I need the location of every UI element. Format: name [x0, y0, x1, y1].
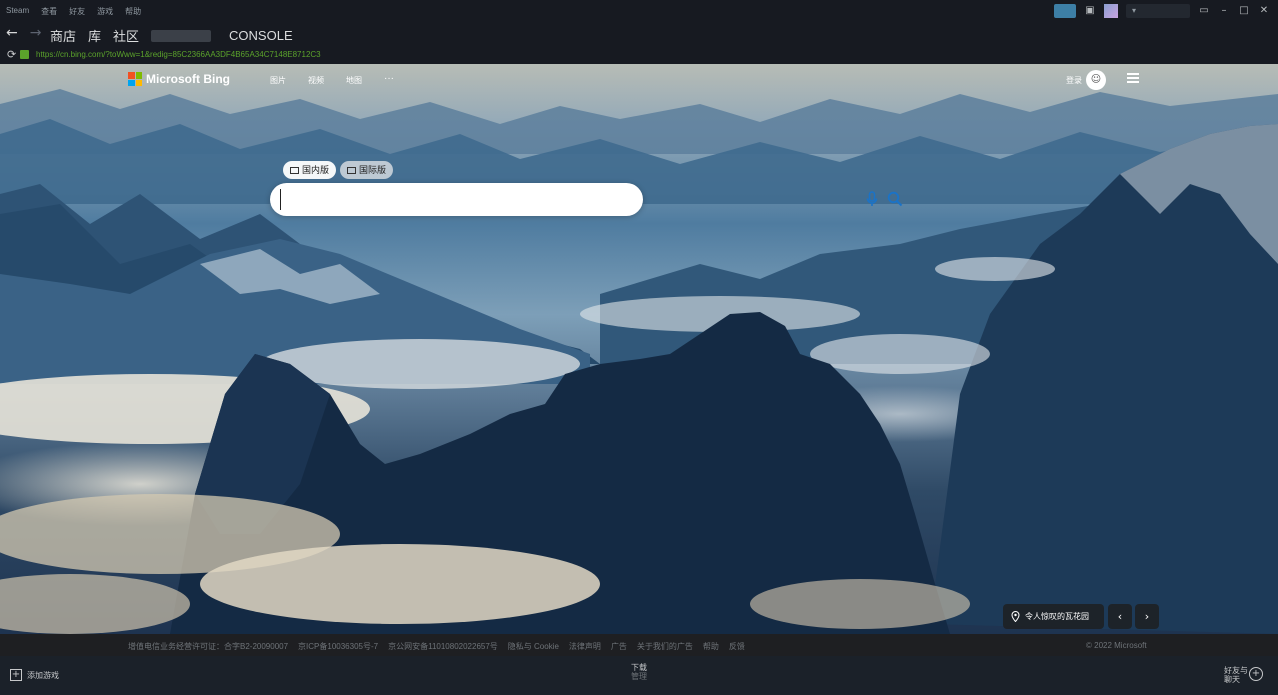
- friends-label-1: 好友与: [1224, 666, 1248, 675]
- region-tabs: 国内版 国际版: [283, 161, 394, 179]
- nav-arrows: ← →: [6, 25, 41, 41]
- add-game-button[interactable]: + 添加游戏: [10, 669, 59, 681]
- microphone-icon[interactable]: [866, 191, 878, 207]
- nav-link-store[interactable]: 商店: [50, 26, 76, 45]
- downloads-label: 下载: [631, 663, 647, 672]
- steam-title-bar: Steam 查看 好友 游戏 帮助 ▣ ▾ ▭ – □ ✕: [0, 0, 1278, 22]
- reload-icon[interactable]: ⟳: [7, 48, 16, 61]
- hamburger-menu-icon[interactable]: [1127, 73, 1139, 83]
- maximize-icon[interactable]: □: [1238, 5, 1250, 17]
- image-location-button[interactable]: 令人惊叹的瓦花园: [1003, 604, 1104, 629]
- forward-arrow-icon[interactable]: →: [30, 25, 42, 41]
- prev-image-button[interactable]: ‹: [1108, 604, 1132, 629]
- footer-links: 增值电信业务经营许可证：合字B2-20090007 京ICP备10036305号…: [128, 641, 745, 652]
- menu-item-view[interactable]: 查看: [41, 6, 57, 17]
- picture-icon: [290, 166, 299, 174]
- add-game-label: 添加游戏: [27, 670, 59, 680]
- broadcast-icon[interactable]: [1054, 4, 1076, 18]
- footer-help[interactable]: 帮助: [703, 641, 719, 652]
- tab-domestic-label: 国内版: [302, 165, 330, 175]
- url-bar: ⟳ https://cn.bing.com/?toWww=1&redig=85C…: [0, 46, 1278, 64]
- tab-international[interactable]: 国际版: [340, 161, 394, 179]
- lock-icon: [20, 50, 29, 59]
- tab-international-label: 国际版: [359, 165, 387, 175]
- footer-license[interactable]: 增值电信业务经营许可证：合字B2-20090007: [128, 641, 288, 652]
- account-dropdown[interactable]: ▾: [1126, 4, 1190, 18]
- notification-icon[interactable]: ▣: [1084, 5, 1096, 17]
- downloads-sub: 管理: [631, 672, 647, 681]
- footer-icp[interactable]: 京ICP备10036305号-7: [298, 641, 378, 652]
- friends-chat-button[interactable]: 好友与 聊天: [1224, 666, 1248, 684]
- steam-nav-links: 商店 库 社区 CONSOLE: [50, 26, 293, 45]
- bing-logo[interactable]: Microsoft Bing: [128, 72, 230, 86]
- menu-item-games[interactable]: 游戏: [97, 6, 113, 17]
- copyright: © 2022 Microsoft: [1086, 641, 1147, 650]
- footer-feedback[interactable]: 反馈: [729, 641, 745, 652]
- menu-item-friends[interactable]: 好友: [69, 6, 85, 17]
- footer-police[interactable]: 京公网安备11010802022657号: [388, 641, 498, 652]
- footer-about-ads[interactable]: 关于我们的广告: [637, 641, 693, 652]
- bing-homepage: Microsoft Bing 图片 视频 地图 ··· 登录 ☺ 国内版 国际版: [0, 64, 1278, 634]
- close-icon[interactable]: ✕: [1258, 5, 1270, 17]
- menu-item-help[interactable]: 帮助: [125, 6, 141, 17]
- location-pin-icon: [1011, 611, 1020, 622]
- search-box: [270, 183, 903, 216]
- image-location-label: 令人惊叹的瓦花园: [1025, 612, 1089, 621]
- search-icon[interactable]: [887, 191, 903, 207]
- plus-icon: +: [10, 669, 22, 681]
- steam-menu: Steam 查看 好友 游戏 帮助: [6, 6, 141, 17]
- nav-link-library[interactable]: 库: [88, 26, 101, 45]
- picture-icon: [347, 166, 357, 174]
- footer-legal[interactable]: 法律声明: [569, 641, 601, 652]
- search-input[interactable]: [280, 189, 580, 210]
- back-arrow-icon[interactable]: ←: [6, 25, 18, 41]
- nav-link-username[interactable]: [151, 29, 212, 42]
- bing-footer: 增值电信业务经营许可证：合字B2-20090007 京ICP备10036305号…: [0, 634, 1278, 656]
- footer-ads[interactable]: 广告: [611, 641, 627, 652]
- url-text[interactable]: https://cn.bing.com/?toWww=1&redig=85C23…: [36, 50, 321, 59]
- avatar[interactable]: [1104, 4, 1118, 18]
- footer-privacy[interactable]: 隐私与 Cookie: [508, 641, 559, 652]
- steam-nav-bar: ← → 商店 库 社区 CONSOLE: [0, 22, 1278, 46]
- next-image-button[interactable]: ›: [1135, 604, 1159, 629]
- steam-window-controls: ▣ ▾ ▭ – □ ✕: [1054, 4, 1270, 18]
- user-icon: ☺: [1086, 70, 1106, 90]
- steam-bottom-bar: + 添加游戏 下载 管理 好友与 聊天 +: [0, 656, 1278, 695]
- bing-nav: 图片 视频 地图 ···: [270, 74, 394, 86]
- microsoft-logo-icon: [128, 72, 142, 86]
- bing-nav-videos[interactable]: 视频: [308, 75, 324, 86]
- signin-label: 登录: [1066, 75, 1082, 85]
- bing-nav-maps[interactable]: 地图: [346, 75, 362, 86]
- nav-link-community[interactable]: 社区: [113, 26, 139, 45]
- minimize-icon[interactable]: –: [1218, 5, 1230, 17]
- bing-nav-images[interactable]: 图片: [270, 75, 286, 86]
- tab-domestic[interactable]: 国内版: [283, 161, 337, 179]
- controller-icon[interactable]: ▭: [1198, 5, 1210, 17]
- downloads-button[interactable]: 下载 管理: [631, 663, 647, 681]
- signin-button[interactable]: 登录 ☺: [1066, 70, 1106, 90]
- mountain-background-image: [0, 89, 1278, 634]
- bing-logo-text: Microsoft Bing: [146, 72, 230, 86]
- add-friend-icon[interactable]: +: [1249, 667, 1263, 681]
- more-icon[interactable]: ···: [384, 74, 394, 86]
- menu-item-steam[interactable]: Steam: [6, 6, 29, 17]
- nav-link-console[interactable]: CONSOLE: [229, 28, 293, 43]
- friends-label-2: 聊天: [1224, 675, 1240, 684]
